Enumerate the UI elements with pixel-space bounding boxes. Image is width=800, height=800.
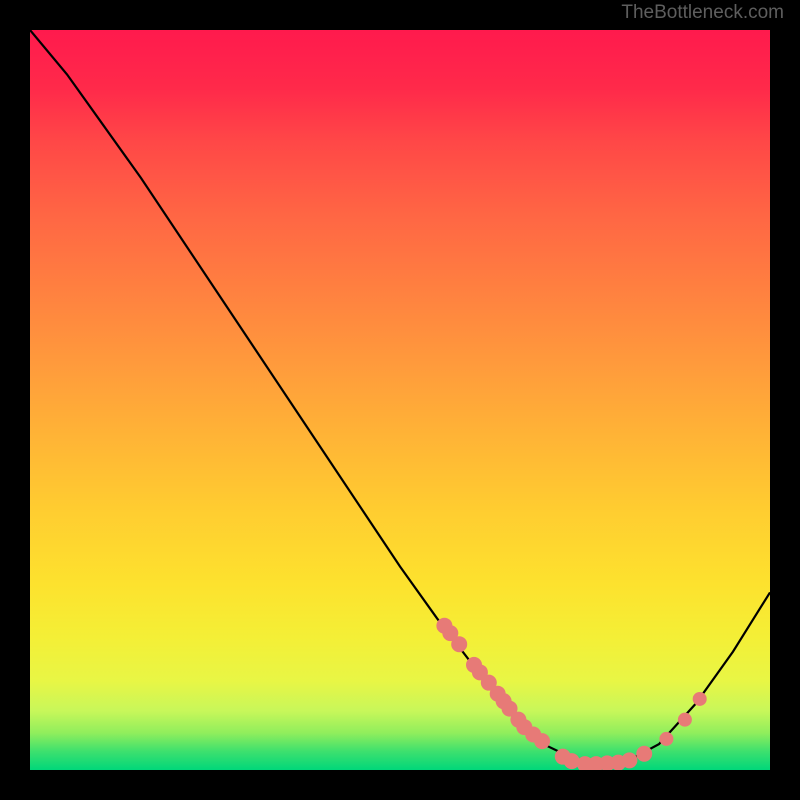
data-point: [678, 713, 692, 727]
data-point: [636, 746, 652, 762]
data-point: [659, 732, 673, 746]
data-point: [564, 753, 580, 769]
watermark-text: TheBottleneck.com: [621, 2, 784, 24]
chart-plot-area: [30, 30, 770, 770]
data-point: [451, 636, 467, 652]
curve-dots-trough: [555, 746, 652, 770]
data-point: [621, 752, 637, 768]
data-point: [693, 692, 707, 706]
chart-overlay-svg: [30, 30, 770, 770]
data-point: [534, 733, 550, 749]
curve-dots-ascending: [659, 692, 706, 746]
bottleneck-curve: [30, 30, 770, 764]
curve-dots-descending: [436, 618, 550, 749]
